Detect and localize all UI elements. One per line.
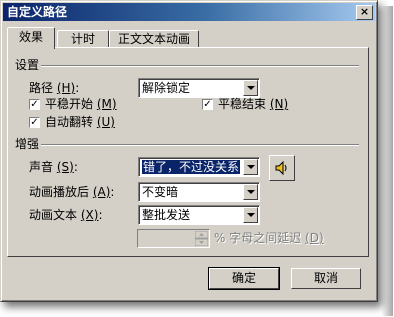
after-animation-select-value: 不变暗 bbox=[142, 185, 179, 199]
letter-delay-spinner[interactable] bbox=[137, 229, 210, 248]
sound-select[interactable]: 错了，不过没关系 bbox=[138, 157, 260, 177]
speaker-icon bbox=[275, 160, 287, 176]
path-select-value: 解除锁定 bbox=[142, 81, 191, 95]
smooth-end-checkbox[interactable]: ✓ bbox=[202, 99, 213, 110]
tab-effect[interactable]: 效果 bbox=[7, 27, 55, 49]
letter-delay-label: % 字母之间延迟 (D) bbox=[214, 231, 324, 245]
auto-reverse-checkbox[interactable]: ✓ bbox=[29, 117, 40, 128]
smooth-end-label: 平稳结束 (N) bbox=[218, 97, 289, 111]
cancel-button[interactable]: 取消 bbox=[291, 268, 361, 289]
settings-group-label: 设置 bbox=[15, 58, 40, 72]
sound-select-value: 错了，不过没关系 bbox=[142, 160, 241, 174]
enhance-group-label: 增强 bbox=[15, 137, 40, 151]
path-label: 路径 (H): bbox=[29, 81, 80, 95]
path-select[interactable]: 解除锁定 bbox=[138, 78, 260, 98]
smooth-start-checkbox[interactable]: ✓ bbox=[29, 99, 40, 110]
smooth-start-label: 平稳开始 (M) bbox=[45, 97, 117, 111]
dialog-title: 自定义路径 bbox=[7, 5, 68, 19]
close-icon: × bbox=[359, 5, 370, 18]
after-animation-select[interactable]: 不变暗 bbox=[138, 182, 260, 202]
close-button[interactable]: × bbox=[356, 5, 373, 20]
chevron-down-icon[interactable] bbox=[243, 207, 258, 223]
ok-button[interactable]: 确定 bbox=[208, 267, 280, 290]
animate-text-select-value: 整批发送 bbox=[142, 208, 191, 222]
spinner-arrows-icon bbox=[194, 230, 209, 247]
after-animation-label: 动画播放后 (A): bbox=[29, 185, 115, 199]
animate-text-label: 动画文本 (X): bbox=[29, 208, 103, 222]
tab-timing-label: 计时 bbox=[70, 32, 95, 46]
title-bar: 自定义路径 × bbox=[3, 3, 375, 21]
spinner-buttons[interactable] bbox=[194, 230, 209, 247]
tab-text-animation-label: 正文文本动画 bbox=[117, 32, 190, 46]
custom-path-dialog: 自定义路径 × 效果 计时 正文文本动画 设置 路径 (H): 解除锁定 ✓ 平… bbox=[0, 0, 378, 302]
chevron-down-icon[interactable] bbox=[243, 80, 258, 96]
play-sound-button[interactable] bbox=[269, 155, 295, 181]
auto-reverse-label: 自动翻转 (U) bbox=[45, 115, 115, 129]
chevron-down-icon[interactable] bbox=[243, 159, 258, 175]
animate-text-select[interactable]: 整批发送 bbox=[138, 205, 260, 225]
sound-label: 声音 (S): bbox=[29, 160, 78, 174]
tab-effect-label: 效果 bbox=[18, 30, 43, 44]
chevron-down-icon[interactable] bbox=[243, 184, 258, 200]
enhance-divider bbox=[41, 144, 359, 146]
settings-divider bbox=[41, 65, 359, 67]
tab-timing[interactable]: 计时 bbox=[57, 30, 109, 48]
tab-text-animation[interactable]: 正文文本动画 bbox=[109, 30, 199, 48]
